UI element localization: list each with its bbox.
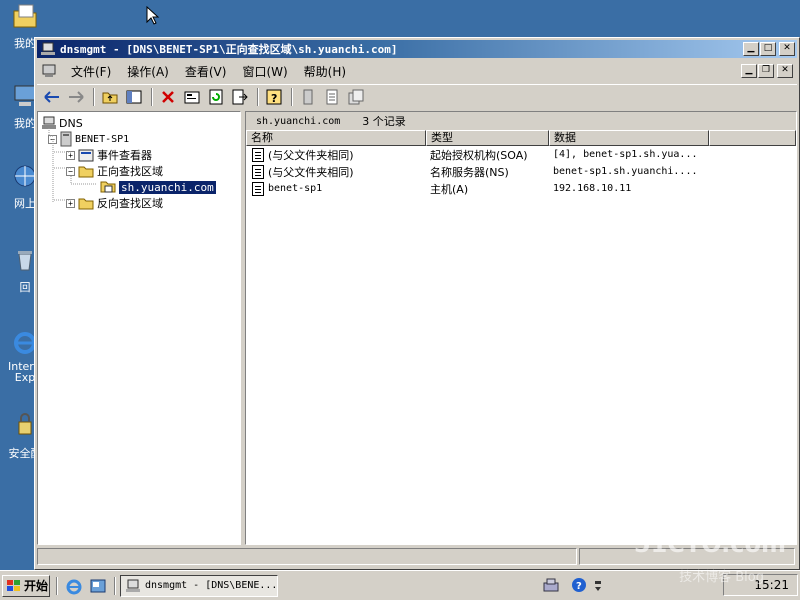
- watermark-sub: 技术博客 Blog: [679, 570, 764, 585]
- server-icon: [303, 89, 313, 104]
- back-button[interactable]: [41, 87, 63, 107]
- back-arrow-icon: [44, 90, 59, 103]
- refresh-icon: [209, 89, 223, 104]
- menu-action[interactable]: 操作(A): [119, 63, 177, 80]
- toolbar-separator: [291, 87, 293, 106]
- record-name: (与父文件夹相同): [268, 165, 354, 179]
- close-button[interactable]: ✕: [779, 42, 795, 56]
- show-desktop-icon[interactable]: [89, 577, 107, 595]
- mouse-cursor-icon: [146, 6, 160, 25]
- dns-app-icon: [41, 42, 55, 55]
- column-header-data[interactable]: 数据: [549, 130, 709, 146]
- watermark: 51CTO.com: [633, 530, 786, 558]
- taskbar-button-dnsmgmt[interactable]: dnsmgmt - [DNS\BENE...: [120, 574, 278, 597]
- record-list-button[interactable]: [321, 87, 343, 107]
- toolbar-separator: [93, 87, 95, 106]
- menu-bar: 文件(F) 操作(A) 查看(V) 窗口(W) 帮助(H) ▁ ❐ ✕: [37, 60, 797, 82]
- record-type: 名称服务器(NS): [430, 165, 509, 179]
- status-panel-main: [37, 548, 577, 565]
- menu-window[interactable]: 窗口(W): [234, 63, 295, 80]
- record-type: 起始授权机构(SOA): [430, 148, 528, 162]
- record-icon: [252, 147, 264, 162]
- documents-icon: [13, 4, 37, 28]
- tree-label-selected: sh.yuanchi.com: [118, 179, 217, 195]
- multi-record-button[interactable]: [345, 87, 367, 107]
- folder-up-icon: [102, 92, 118, 103]
- windows-logo-icon: [7, 579, 20, 591]
- ie-quicklaunch-icon[interactable]: [65, 577, 83, 595]
- column-headers: 名称 类型 数据: [246, 130, 796, 146]
- toolbar-separator: [151, 87, 153, 106]
- help-button[interactable]: ?: [263, 87, 285, 107]
- table-row[interactable]: benet-sp1 主机(A) 192.168.10.11: [246, 180, 796, 197]
- column-header-type[interactable]: 类型: [426, 130, 549, 146]
- child-restore-button[interactable]: ❐: [758, 64, 774, 78]
- forward-arrow-icon: [69, 90, 84, 103]
- svg-text:?: ?: [271, 92, 277, 105]
- export-icon: [232, 89, 248, 104]
- help-icon: ?: [266, 89, 282, 105]
- svg-text:?: ?: [576, 581, 582, 592]
- delete-button[interactable]: [157, 87, 179, 107]
- taskbar-separator: [114, 576, 116, 595]
- record-count: 3 个记录: [362, 115, 406, 128]
- record-name: (与父文件夹相同): [268, 148, 354, 162]
- help-tray-icon[interactable]: ?: [571, 577, 587, 593]
- pane-header: sh.yuanchi.com 3 个记录: [246, 112, 796, 130]
- tray-arrow-icon[interactable]: [593, 577, 603, 593]
- refresh-button[interactable]: [205, 87, 227, 107]
- server-button[interactable]: [297, 87, 319, 107]
- console-tree[interactable]: DNS − BENET-SP1 + 事件查看器 − 正向查找区域 sh.yuan…: [37, 111, 241, 545]
- record-data: [4], benet-sp1.sh.yua...: [553, 149, 698, 160]
- delete-x-icon: [162, 90, 174, 103]
- network-tray-icon[interactable]: [543, 577, 559, 593]
- table-row[interactable]: (与父文件夹相同) 起始授权机构(SOA) [4], benet-sp1.sh.…: [246, 146, 796, 163]
- record-data: 192.168.10.11: [553, 183, 632, 194]
- toolbar-separator: [257, 87, 259, 106]
- menu-file[interactable]: 文件(F): [63, 63, 119, 80]
- list-icon: [326, 89, 338, 104]
- forward-button[interactable]: [65, 87, 87, 107]
- record-icon: [252, 164, 264, 179]
- dns-app-icon: [126, 579, 140, 592]
- column-header-name[interactable]: 名称: [246, 130, 426, 146]
- child-minimize-button[interactable]: ▁: [741, 64, 757, 78]
- show-hide-tree-button[interactable]: [123, 87, 145, 107]
- console-tree-icon: [126, 90, 142, 103]
- maximize-button[interactable]: □: [760, 42, 776, 56]
- title-bar[interactable]: dnsmgmt - [DNS\BENET-SP1\正向查找区域\sh.yuanc…: [37, 40, 797, 58]
- records-icon: [348, 89, 364, 104]
- export-list-button[interactable]: [229, 87, 251, 107]
- menu-help[interactable]: 帮助(H): [296, 63, 354, 80]
- console-icon[interactable]: [41, 63, 57, 79]
- table-row[interactable]: (与父文件夹相同) 名称服务器(NS) benet-sp1.sh.yuanchi…: [246, 163, 796, 180]
- start-label: 开始: [24, 579, 49, 593]
- records-pane: sh.yuanchi.com 3 个记录 名称 类型 数据 (与父文件夹相同) …: [245, 111, 797, 545]
- toolbar: ?: [37, 84, 797, 108]
- zone-name: sh.yuanchi.com: [256, 115, 341, 127]
- tree-lines: [48, 128, 97, 203]
- column-header-filler: [709, 130, 796, 146]
- taskbar-separator: [56, 576, 58, 595]
- child-close-button[interactable]: ✕: [777, 64, 793, 78]
- properties-icon: [184, 91, 200, 103]
- record-data: benet-sp1.sh.yuanchi....: [553, 166, 698, 177]
- dnsmgmt-window: dnsmgmt - [DNS\BENET-SP1\正向查找区域\sh.yuanc…: [34, 37, 800, 570]
- menu-view[interactable]: 查看(V): [177, 63, 235, 80]
- start-button[interactable]: 开始: [2, 574, 50, 597]
- up-level-button[interactable]: [99, 87, 121, 107]
- properties-button[interactable]: [181, 87, 203, 107]
- record-icon: [252, 181, 264, 196]
- record-type: 主机(A): [430, 182, 469, 196]
- taskbar-button-label: dnsmgmt - [DNS\BENE...: [145, 580, 278, 591]
- minimize-button[interactable]: ▁: [743, 42, 759, 56]
- record-name: benet-sp1: [268, 183, 323, 194]
- window-title: dnsmgmt - [DNS\BENET-SP1\正向查找区域\sh.yuanc…: [60, 43, 398, 56]
